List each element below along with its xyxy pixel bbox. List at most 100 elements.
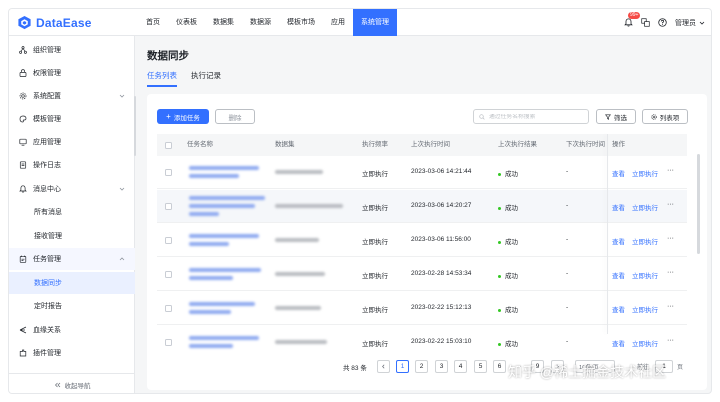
task-name-redacted[interactable] <box>189 204 255 208</box>
sidebar-item-label: 应用管理 <box>33 139 61 146</box>
nav-system-management[interactable]: 系统管理 <box>353 9 397 36</box>
task-name-redacted[interactable] <box>189 268 261 272</box>
task-name-redacted[interactable] <box>189 336 259 340</box>
sidebar-item-receive-settings[interactable]: 接收管理 <box>9 225 135 247</box>
run-now-link[interactable]: 立即执行 <box>632 236 658 246</box>
page-6-button[interactable]: 6 <box>493 360 506 373</box>
page-3-button[interactable]: 3 <box>435 360 448 373</box>
more-actions-icon[interactable]: ··· <box>667 235 674 242</box>
cell-frequency: 立即执行 <box>362 273 388 280</box>
more-actions-icon[interactable]: ··· <box>667 201 674 208</box>
row-checkbox[interactable] <box>165 271 172 278</box>
sidebar-item-data-sync[interactable]: 数据同步 <box>9 272 135 294</box>
search-input[interactable] <box>489 113 579 120</box>
header-next-exec-time[interactable]: 下次执行时间 <box>566 134 606 156</box>
language-icon[interactable] <box>641 18 650 27</box>
select-all-checkbox[interactable] <box>165 142 172 149</box>
more-actions-icon[interactable]: ··· <box>667 337 674 344</box>
run-now-link[interactable]: 立即执行 <box>632 270 658 280</box>
run-now-link[interactable]: 立即执行 <box>632 304 658 314</box>
delete-button[interactable]: 删除 <box>215 109 255 124</box>
sidebar-item-apps[interactable]: 应用管理 <box>9 131 135 153</box>
cell-frequency: 立即执行 <box>362 239 388 246</box>
nav-datasource[interactable]: 数据源 <box>242 9 279 36</box>
run-now-link[interactable]: 立即执行 <box>632 202 658 212</box>
nav-apps[interactable]: 应用 <box>323 9 353 36</box>
view-link[interactable]: 查看 <box>612 202 625 212</box>
row-checkbox[interactable] <box>165 169 172 176</box>
plugin-icon <box>19 349 27 357</box>
cell-frequency: 立即执行 <box>362 171 388 178</box>
view-link[interactable]: 查看 <box>612 338 625 348</box>
header-frequency[interactable]: 执行频率 <box>362 134 388 156</box>
nav-dataset[interactable]: 数据集 <box>205 9 242 36</box>
page-4-button[interactable]: 4 <box>454 360 467 373</box>
nav-template-market[interactable]: 模板市场 <box>279 9 323 36</box>
brand[interactable]: DataEase <box>17 14 92 31</box>
nav-dashboard[interactable]: 仪表板 <box>168 9 205 36</box>
run-now-link[interactable]: 立即执行 <box>632 168 658 178</box>
sidebar-item-scheduled-report[interactable]: 定时报告 <box>9 295 135 317</box>
success-dot-icon <box>498 274 501 278</box>
task-name-redacted[interactable] <box>189 242 229 246</box>
cell-last-result: 成功 <box>498 236 518 246</box>
header-task-name[interactable]: 任务名称 <box>187 134 213 156</box>
task-name-redacted[interactable] <box>189 174 239 178</box>
task-name-redacted[interactable] <box>189 302 255 306</box>
tab-execution-records[interactable]: 执行记录 <box>191 70 221 87</box>
run-now-link[interactable]: 立即执行 <box>632 338 658 348</box>
task-name-redacted[interactable] <box>189 310 231 314</box>
help-icon[interactable] <box>658 18 667 27</box>
collapse-nav-button[interactable]: 收起导航 <box>9 373 135 393</box>
task-name-redacted[interactable] <box>189 344 233 348</box>
page-5-button[interactable]: 5 <box>474 360 487 373</box>
user-menu[interactable]: 管理员 <box>675 18 705 28</box>
page-2-button[interactable]: 2 <box>415 360 428 373</box>
column-settings-button[interactable]: 列表项 <box>642 109 688 124</box>
more-actions-icon[interactable]: ··· <box>667 303 674 310</box>
task-name-redacted[interactable] <box>189 166 259 170</box>
sidebar-item-message-center[interactable]: 消息中心 <box>9 178 135 200</box>
sidebar-item-all-messages[interactable]: 所有消息 <box>9 201 135 223</box>
view-link[interactable]: 查看 <box>612 270 625 280</box>
row-checkbox[interactable] <box>165 305 172 312</box>
add-task-button[interactable]: + 添加任务 <box>157 109 209 124</box>
header-dataset[interactable]: 数据集 <box>275 134 295 156</box>
sidebar-item-label: 权限管理 <box>33 70 61 77</box>
row-checkbox[interactable] <box>165 339 172 346</box>
view-link[interactable]: 查看 <box>612 304 625 314</box>
sidebar-item-system-config[interactable]: 系统配置 <box>9 85 135 107</box>
view-link[interactable]: 查看 <box>612 236 625 246</box>
tab-task-list[interactable]: 任务列表 <box>147 70 177 87</box>
task-search[interactable] <box>473 109 589 124</box>
header-last-exec-time[interactable]: 上次执行时间 <box>411 134 450 156</box>
filter-button[interactable]: 筛选 <box>596 109 636 124</box>
task-name-redacted[interactable] <box>189 276 233 280</box>
task-name-redacted[interactable] <box>189 196 265 200</box>
table-scrollbar[interactable] <box>697 154 700 254</box>
header-last-result[interactable]: 上次执行结果 <box>498 134 537 156</box>
sidebar-item-logs[interactable]: 操作日志 <box>9 154 135 176</box>
more-actions-icon[interactable]: ··· <box>667 167 674 174</box>
view-link[interactable]: 查看 <box>612 168 625 178</box>
sidebar-item-org[interactable]: 组织管理 <box>9 39 135 61</box>
sidebar-item-task-management[interactable]: 任务管理 <box>9 248 135 270</box>
sidebar-item-plugins[interactable]: 插件管理 <box>9 342 135 364</box>
sidebar-item-permissions[interactable]: 权限管理 <box>9 62 135 84</box>
page-1-button[interactable]: 1 <box>396 360 409 373</box>
notification-bell-icon[interactable]: 99+ <box>624 12 641 27</box>
sidebar-item-lineage[interactable]: 血缘关系 <box>9 319 135 341</box>
task-name-redacted[interactable] <box>189 234 259 238</box>
prev-page-button[interactable] <box>377 360 390 373</box>
filter-label: 筛选 <box>614 114 627 122</box>
sidebar-item-templates[interactable]: 模板管理 <box>9 108 135 130</box>
row-checkbox[interactable] <box>165 237 172 244</box>
nav-home[interactable]: 首页 <box>138 9 168 36</box>
delete-label: 删除 <box>228 114 242 122</box>
chevron-left-icon <box>382 364 385 369</box>
task-name-redacted[interactable] <box>189 212 219 216</box>
cell-last-result: 成功 <box>498 168 518 178</box>
row-checkbox[interactable] <box>165 203 172 210</box>
sidebar-item-label: 系统配置 <box>33 93 61 100</box>
more-actions-icon[interactable]: ··· <box>667 269 674 276</box>
